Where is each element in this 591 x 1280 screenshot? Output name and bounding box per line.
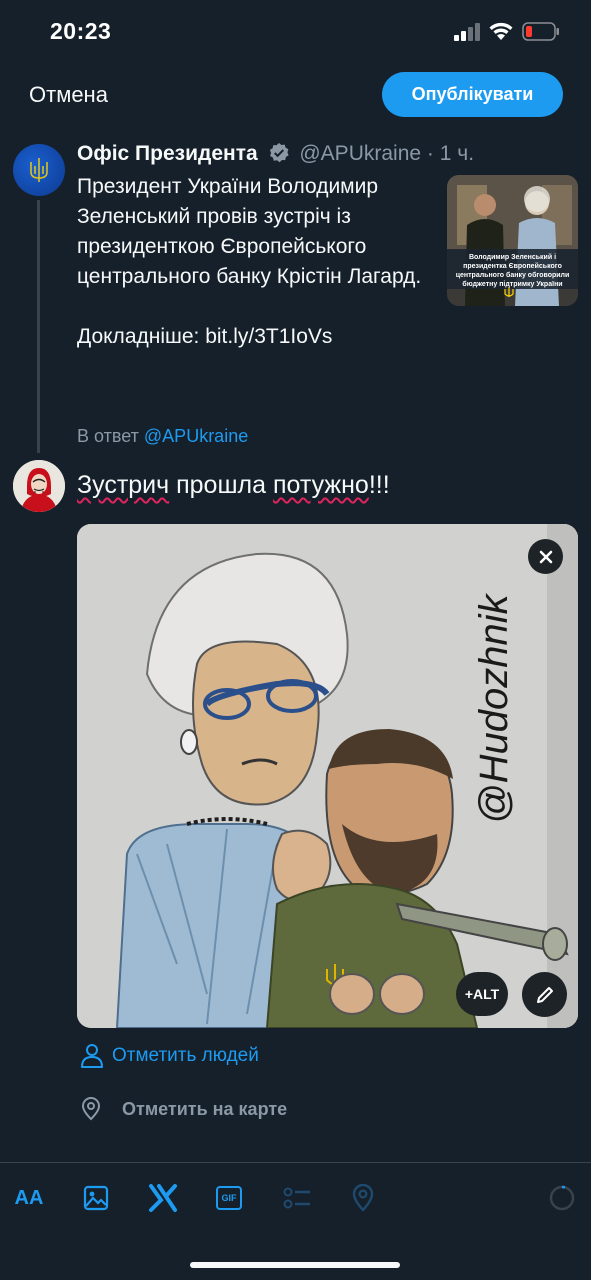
verified-badge-icon <box>269 143 289 163</box>
author-handle[interactable]: @APUkraine <box>299 142 421 165</box>
gif-label: GIF <box>221 1193 237 1203</box>
location-pin-icon <box>81 1097 101 1121</box>
reply-to-prefix: В ответ <box>77 426 139 446</box>
location-button[interactable] <box>348 1181 378 1215</box>
status-bar: 20:23 <box>0 0 591 64</box>
masked-figure-avatar-icon <box>13 460 65 512</box>
battery-icon <box>522 22 559 41</box>
pencil-icon <box>536 986 553 1003</box>
gif-icon: GIF <box>216 1186 242 1210</box>
compose-header: Отмена Опублікувати <box>0 70 591 122</box>
edit-image-button[interactable] <box>522 972 567 1017</box>
grok-button[interactable] <box>146 1181 180 1215</box>
remove-image-button[interactable] <box>528 539 563 574</box>
tag-location-label: Отметить на карте <box>122 1098 288 1119</box>
tweet-time: 1 ч. <box>439 142 475 165</box>
tag-people-button[interactable]: Отметить людей <box>80 1041 259 1071</box>
author-name[interactable]: Офіс Президента <box>77 142 258 165</box>
reply-to-line: В ответ @APUkraine <box>77 426 248 447</box>
quoted-tweet-header: Офіс Президента @APUkraine · 1 ч. <box>77 142 577 168</box>
gif-button[interactable]: GIF <box>214 1181 244 1215</box>
author-avatar[interactable] <box>13 144 65 196</box>
location-icon <box>352 1184 374 1212</box>
quoted-tweet-text: Президент України Володимир Зеленський п… <box>77 175 422 348</box>
trident-logo-icon <box>30 158 48 182</box>
compose-word-1: Зустрич <box>77 471 170 499</box>
attached-image[interactable]: @Hudozhnik <box>77 524 578 1028</box>
character-count-indicator <box>548 1181 576 1215</box>
poll-list-icon <box>283 1187 310 1209</box>
image-signature: @Hudozhnik <box>472 592 516 824</box>
compose-text-input[interactable]: Зустрич прошла потужно!!! <box>77 471 390 500</box>
poll-button[interactable] <box>280 1181 314 1215</box>
progress-ring-icon <box>549 1185 575 1211</box>
image-icon <box>83 1185 109 1211</box>
compose-word-4: !!! <box>368 471 390 499</box>
text-format-button[interactable]: AA <box>12 1181 46 1215</box>
tag-location-button[interactable]: Отметить на карте <box>80 1094 287 1124</box>
user-avatar[interactable] <box>13 460 65 512</box>
reply-to-mention[interactable]: @APUkraine <box>144 426 248 446</box>
publish-button[interactable]: Опублікувати <box>382 72 563 117</box>
grok-icon <box>149 1184 177 1212</box>
quoted-tweet-thumbnail[interactable]: Володимир Зеленський і президентка Європ… <box>447 175 578 306</box>
compose-toolbar: AA GIF <box>0 1162 591 1232</box>
cellular-signal-icon <box>454 23 480 41</box>
wifi-icon <box>489 22 513 40</box>
image-button[interactable] <box>80 1181 112 1215</box>
home-indicator <box>190 1262 400 1268</box>
header-separator: · <box>426 142 434 165</box>
text-format-icon: AA <box>14 1186 44 1209</box>
thread-line <box>37 200 40 453</box>
thumbnail-caption: Володимир Зеленський і президентка Європ… <box>455 254 570 288</box>
compose-word-3: потужно <box>272 471 369 499</box>
status-time: 20:23 <box>50 18 112 44</box>
close-icon <box>539 550 552 563</box>
caricature-drawing: @Hudozhnik <box>77 524 578 1028</box>
person-icon <box>81 1044 103 1068</box>
compose-word-2: прошла <box>169 471 273 499</box>
alt-text-button[interactable]: +ALT <box>456 972 508 1016</box>
tag-people-label: Отметить людей <box>112 1045 259 1066</box>
cancel-button[interactable]: Отмена <box>29 82 108 108</box>
